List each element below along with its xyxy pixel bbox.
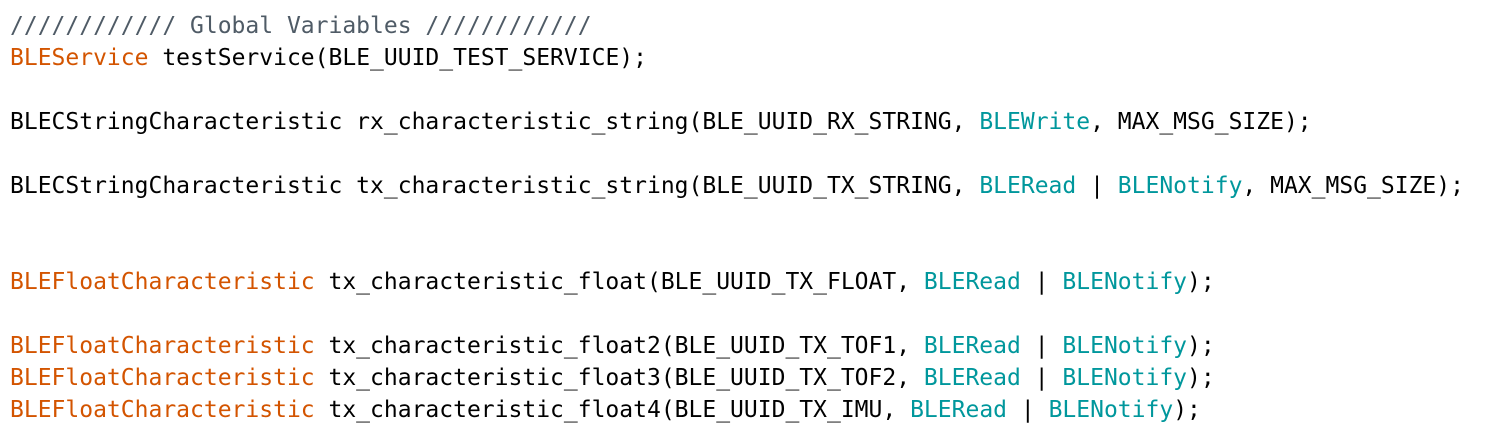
code-token-const: BLENotify [1062,333,1188,359]
code-token-const: BLERead [923,333,1021,359]
code-line[interactable]: BLECStringCharacteristic rx_characterist… [10,106,1505,138]
code-token-const: BLENotify [1062,269,1188,295]
code-token-type: BLEFloatCharacteristic [10,365,315,391]
code-token-plain: | [1020,269,1063,295]
code-token-plain: ); [1187,333,1215,359]
code-token-const: BLEWrite [979,109,1091,135]
code-token-plain: ); [1173,397,1201,423]
code-token-plain: , MAX_MSG_SIZE); [1242,173,1464,199]
code-token-plain: | [1020,365,1063,391]
code-token-plain: tx_characteristic_float4(BLE_UUID_TX_IMU… [314,397,911,423]
code-line[interactable] [10,74,1505,106]
code-line[interactable]: BLEFloatCharacteristic tx_characteristic… [10,394,1505,426]
code-token-const: BLERead [923,269,1021,295]
code-line[interactable]: BLEFloatCharacteristic tx_characteristic… [10,330,1505,362]
code-token-plain: , MAX_MSG_SIZE); [1090,109,1312,135]
code-token-const: BLERead [923,365,1021,391]
code-token-const: BLENotify [1062,365,1188,391]
code-editor[interactable]: //////////// Global Variables //////////… [10,10,1505,426]
code-token-plain: | [1076,173,1118,199]
code-line[interactable] [10,138,1505,170]
code-token-plain: BLECStringCharacteristic rx_characterist… [10,109,980,135]
code-line[interactable]: BLECStringCharacteristic tx_characterist… [10,170,1505,202]
code-token-comment: //////////// Global Variables //////////… [10,13,592,39]
code-token-type: BLEFloatCharacteristic [10,269,315,295]
code-token-plain: tx_characteristic_float3(BLE_UUID_TX_TOF… [314,365,924,391]
code-line[interactable] [10,202,1505,234]
code-token-type: BLEFloatCharacteristic [10,333,315,359]
code-line[interactable] [10,298,1505,330]
code-token-plain: | [1007,397,1049,423]
code-token-plain: ); [1187,365,1215,391]
code-token-const: BLENotify [1048,397,1174,423]
code-line[interactable] [10,234,1505,266]
code-token-const: BLENotify [1117,173,1243,199]
code-line[interactable]: BLEService testService(BLE_UUID_TEST_SER… [10,42,1505,74]
code-token-type: BLEService [10,45,149,71]
code-token-plain: | [1020,333,1063,359]
code-token-plain: testService(BLE_UUID_TEST_SERVICE); [148,45,647,71]
code-token-plain: BLECStringCharacteristic tx_characterist… [10,173,980,199]
code-token-type: BLEFloatCharacteristic [10,397,315,423]
code-line[interactable]: BLEFloatCharacteristic tx_characteristic… [10,266,1505,298]
code-token-const: BLERead [910,397,1008,423]
code-token-plain: tx_characteristic_float(BLE_UUID_TX_FLOA… [314,269,924,295]
code-line[interactable]: //////////// Global Variables //////////… [10,10,1505,42]
code-line[interactable]: BLEFloatCharacteristic tx_characteristic… [10,362,1505,394]
code-token-plain: tx_characteristic_float2(BLE_UUID_TX_TOF… [314,333,924,359]
code-token-const: BLERead [979,173,1077,199]
code-token-plain: ); [1187,269,1215,295]
